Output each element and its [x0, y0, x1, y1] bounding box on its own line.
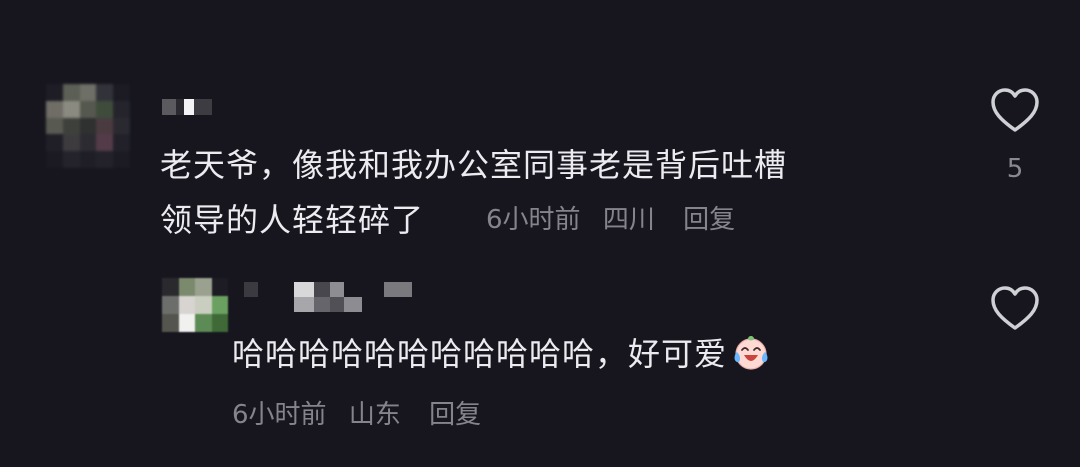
username-redacted[interactable] — [162, 99, 212, 115]
like-button[interactable]: 5 — [988, 86, 1042, 184]
comment-timestamp: 6小时前 — [486, 205, 581, 235]
reply-to-reply-button[interactable]: 回复 — [429, 400, 481, 430]
reply-like-button[interactable] — [988, 284, 1042, 332]
comment-section: 老天爷，像我和我办公室同事老是背后吐槽 领导的人轻轻碎了 6小时前 四川 回复 … — [0, 0, 1080, 467]
comment-text-continued: 领导的人轻轻碎了 — [160, 201, 425, 239]
reply-location: 山东 — [348, 400, 401, 430]
heart-outline-icon — [991, 286, 1039, 330]
reply-text: 哈哈哈哈哈哈哈哈哈哈哈，好可爱 — [232, 331, 771, 383]
reply-meta: 6小时前 山东 回复 — [232, 398, 481, 432]
comment-meta: 6小时前 四川 回复 — [486, 203, 735, 237]
like-count: 5 — [1006, 154, 1024, 184]
reply-button[interactable]: 回复 — [683, 205, 735, 235]
reply-username-redacted[interactable] — [244, 282, 412, 312]
avatar[interactable] — [46, 84, 130, 168]
reply-timestamp: 6小时前 — [232, 400, 327, 430]
comment-text: 老天爷，像我和我办公室同事老是背后吐槽 — [160, 146, 788, 184]
reply-text-content: 哈哈哈哈哈哈哈哈哈哈哈，好可爱 — [232, 335, 728, 373]
crying-laughing-emoji-icon — [731, 333, 771, 383]
heart-outline-icon — [991, 88, 1039, 132]
comment-location: 四川 — [602, 205, 655, 235]
reply-avatar[interactable] — [162, 278, 228, 332]
